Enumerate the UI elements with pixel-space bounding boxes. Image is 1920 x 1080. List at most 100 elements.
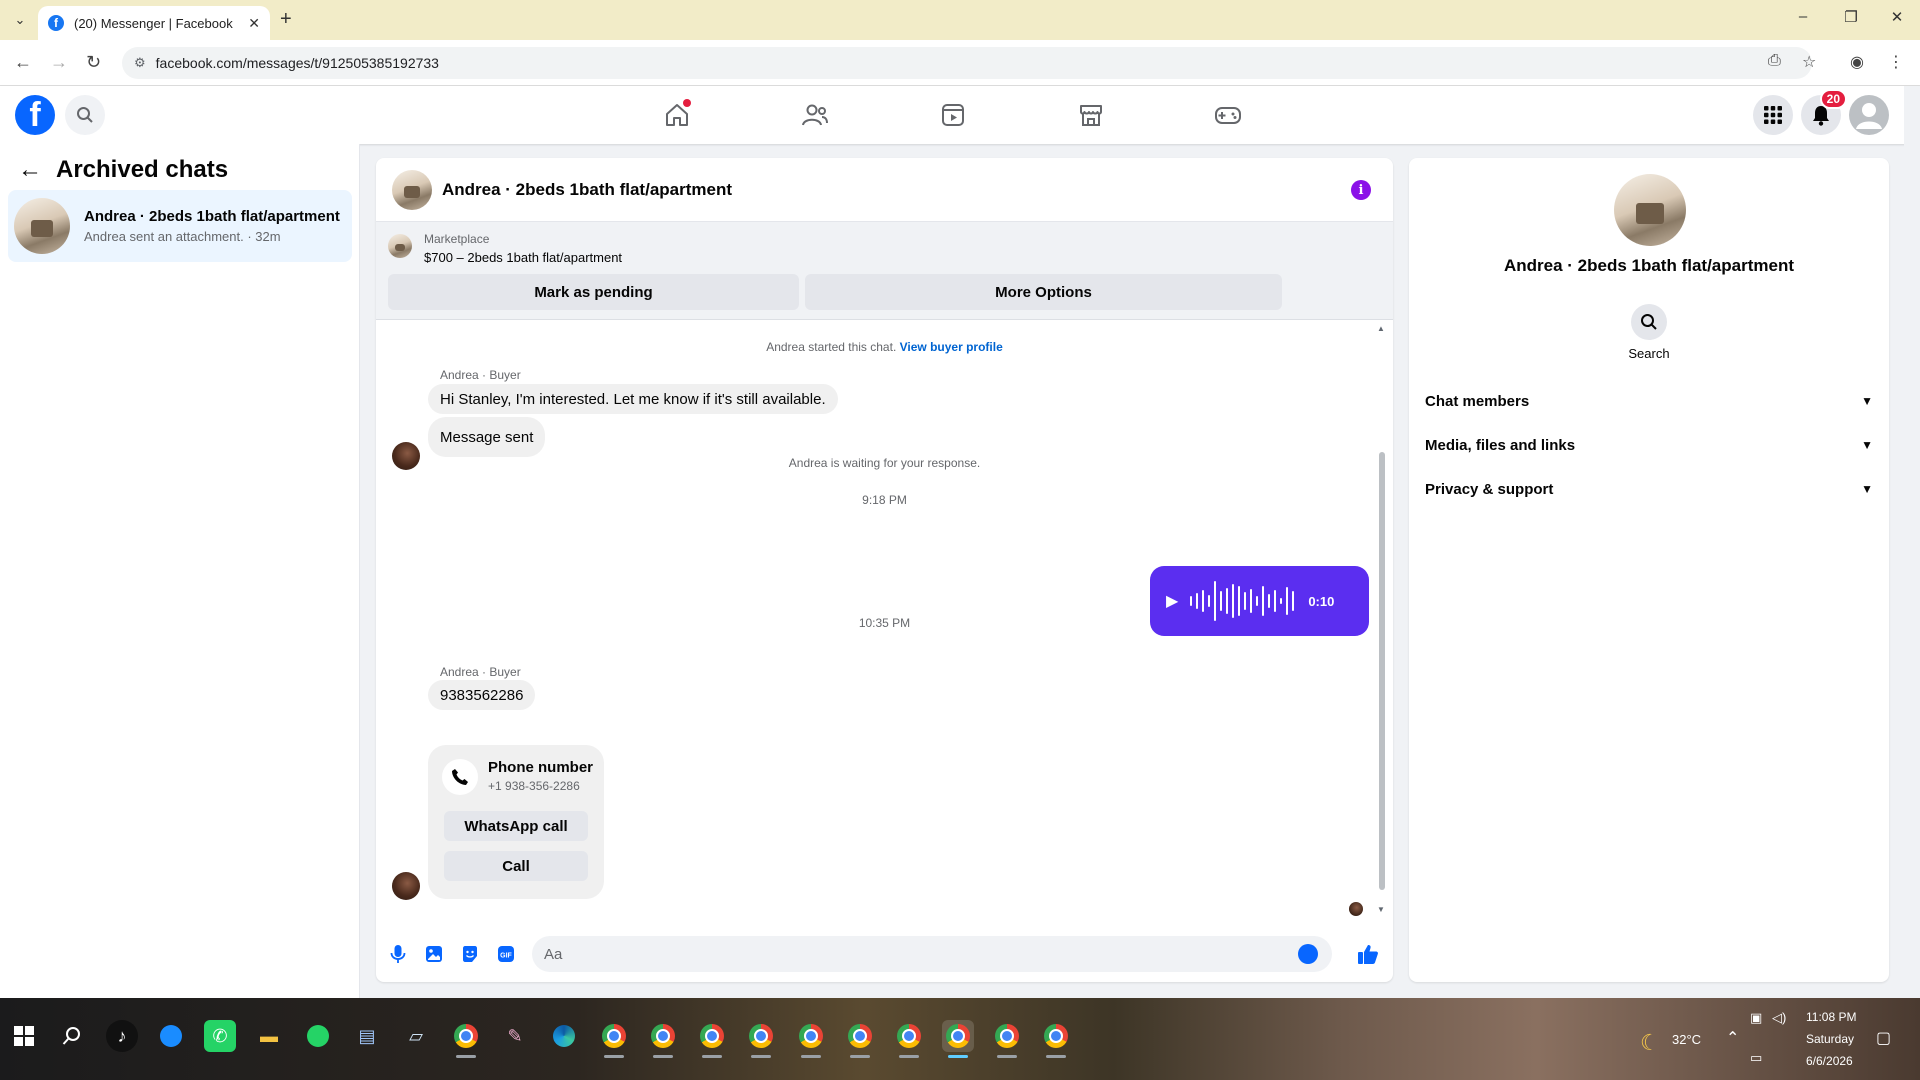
bookmark-star-icon[interactable]: ☆ xyxy=(1802,52,1816,72)
install-app-icon[interactable]: ⎙ xyxy=(1768,52,1781,70)
new-tab-button[interactable]: + xyxy=(280,8,292,31)
media-files-links-section[interactable]: Media, files and links ▼ xyxy=(1425,425,1873,465)
file-explorer-icon[interactable]: ▬ xyxy=(253,1020,285,1052)
account-avatar[interactable] xyxy=(1849,95,1889,135)
edge-icon[interactable] xyxy=(548,1020,580,1052)
forward-arrow-icon[interactable]: → xyxy=(50,52,68,73)
home-nav-icon[interactable] xyxy=(662,99,692,130)
profile-icon[interactable]: ◉ xyxy=(1850,52,1864,72)
scrollbar-thumb[interactable] xyxy=(1379,452,1385,890)
url-field[interactable]: ⚙ facebook.com/messages/t/91250538519273… xyxy=(122,47,1812,79)
info-avatar[interactable] xyxy=(1614,174,1686,246)
clock-date[interactable]: 6/6/2026 xyxy=(1806,1054,1853,1068)
like-thumbs-up-icon[interactable] xyxy=(1356,942,1380,966)
chrome-profile-icon[interactable] xyxy=(696,1020,728,1058)
emoji-icon[interactable] xyxy=(1298,944,1318,964)
chrome-profile-icon[interactable] xyxy=(647,1020,679,1058)
sender-avatar[interactable] xyxy=(392,872,420,900)
timestamp: 10:35 PM xyxy=(858,616,911,630)
minimize-window-icon[interactable]: – xyxy=(1788,8,1818,25)
chrome-icon[interactable] xyxy=(450,1020,482,1058)
chrome-profile-icon-active[interactable] xyxy=(942,1020,974,1058)
chrome-profile-icon[interactable] xyxy=(844,1020,876,1058)
browser-address-bar: ← → ↻ ⚙ facebook.com/messages/t/91250538… xyxy=(0,40,1920,86)
network-icon[interactable]: ▭ xyxy=(1750,1050,1762,1066)
chat-list-item[interactable]: Andrea · 2beds 1bath flat/apartment Andr… xyxy=(8,190,352,262)
chrome-profile-icon[interactable] xyxy=(795,1020,827,1058)
back-arrow-icon[interactable]: ← xyxy=(18,156,42,184)
chat-started-text: Andrea started this chat. xyxy=(766,340,897,354)
volume-icon[interactable]: ◁) xyxy=(1772,1010,1786,1026)
sticker-icon[interactable] xyxy=(458,942,482,966)
app-window-icon[interactable]: ▤ xyxy=(351,1020,383,1052)
conversation-avatar[interactable] xyxy=(392,169,432,210)
info-icon[interactable]: i xyxy=(1351,180,1371,200)
mark-as-pending-button[interactable]: Mark as pending xyxy=(388,274,799,310)
restore-window-icon[interactable]: ❐ xyxy=(1836,8,1866,26)
message-scrollbar[interactable]: ▲ ▼ xyxy=(1377,324,1387,914)
notes-app-icon[interactable]: ▱ xyxy=(400,1020,432,1052)
chrome-profile-icon[interactable] xyxy=(745,1020,777,1058)
message-list: Andrea started this chat. View buyer pro… xyxy=(376,320,1393,918)
browser-menu-icon[interactable]: ⋮ xyxy=(1888,52,1904,72)
listing-title[interactable]: $700 – 2beds 1bath flat/apartment xyxy=(424,250,622,265)
whatsapp-business-icon[interactable]: ✆ xyxy=(204,1020,236,1052)
facebook-search-button[interactable] xyxy=(65,95,105,135)
taskbar-search-icon[interactable] xyxy=(56,1020,88,1052)
show-hidden-icons-icon[interactable]: ⌃ xyxy=(1726,1028,1739,1048)
section-label: Chat members xyxy=(1425,392,1530,410)
site-info-icon[interactable]: ⚙ xyxy=(134,55,146,71)
whatsapp-icon[interactable] xyxy=(302,1020,334,1052)
more-options-button[interactable]: More Options xyxy=(805,274,1282,310)
paint-app-icon[interactable]: ✎ xyxy=(499,1020,531,1052)
privacy-support-section[interactable]: Privacy & support ▼ xyxy=(1425,469,1873,509)
phone-card-number: +1 938-356-2286 xyxy=(488,779,580,793)
message-input[interactable]: Aa xyxy=(532,936,1332,972)
gif-icon[interactable]: GIF xyxy=(494,942,518,966)
windows-taskbar: ♪ ✆ ▬ ▤ ▱ ✎ ☾ 32°C ⌃ ▣ ◁) ▭ 11:08 PM Sat… xyxy=(0,998,1920,1080)
chat-started-notice: Andrea started this chat. View buyer pro… xyxy=(376,340,1393,354)
message-bubble[interactable]: 9383562286 xyxy=(428,680,536,710)
photo-icon[interactable] xyxy=(422,942,446,966)
gaming-nav-icon[interactable] xyxy=(1213,100,1243,130)
conversation-title[interactable]: Andrea · 2beds 1bath flat/apartment xyxy=(442,180,732,200)
reload-icon[interactable]: ↻ xyxy=(86,52,101,73)
meet-now-icon[interactable]: ▣ xyxy=(1750,1010,1762,1026)
browser-tab[interactable]: f (20) Messenger | Facebook ✕ xyxy=(38,6,270,40)
notifications-button[interactable]: 20 xyxy=(1801,89,1847,135)
chat-members-section[interactable]: Chat members ▼ xyxy=(1425,381,1873,421)
microphone-icon[interactable] xyxy=(386,942,410,966)
action-center-icon[interactable]: ▢ xyxy=(1876,1028,1891,1048)
chrome-profile-icon[interactable] xyxy=(893,1020,925,1058)
whatsapp-call-button[interactable]: WhatsApp call xyxy=(444,811,588,841)
message-bubble[interactable]: Hi Stanley, I'm interested. Let me know … xyxy=(428,384,838,414)
search-in-conversation-button[interactable] xyxy=(1631,304,1667,340)
call-button[interactable]: Call xyxy=(444,851,588,881)
scroll-up-icon[interactable]: ▲ xyxy=(1377,324,1385,333)
clock-time[interactable]: 11:08 PM xyxy=(1806,1010,1856,1024)
play-icon[interactable]: ▶ xyxy=(1166,591,1178,611)
friends-nav-icon[interactable] xyxy=(800,100,830,130)
clock-day[interactable]: Saturday xyxy=(1806,1032,1854,1046)
video-nav-icon[interactable] xyxy=(938,100,968,130)
scroll-down-icon[interactable]: ▼ xyxy=(1377,905,1385,914)
chrome-profile-icon[interactable] xyxy=(991,1020,1023,1058)
browser-app-icon[interactable] xyxy=(155,1020,187,1052)
notification-count-badge: 20 xyxy=(1819,89,1847,109)
weather-temperature[interactable]: 32°C xyxy=(1672,1032,1701,1047)
chrome-profile-icon[interactable] xyxy=(598,1020,630,1058)
menu-button[interactable] xyxy=(1753,95,1793,135)
windows-start-icon[interactable] xyxy=(8,1020,40,1052)
tab-search-menu-icon[interactable]: ⌄ xyxy=(8,8,32,32)
facebook-logo-icon[interactable]: f xyxy=(15,95,55,135)
close-tab-icon[interactable]: ✕ xyxy=(248,15,260,32)
close-window-icon[interactable]: ✕ xyxy=(1882,8,1912,26)
weather-moon-icon[interactable]: ☾ xyxy=(1640,1030,1660,1056)
tiktok-icon[interactable]: ♪ xyxy=(106,1020,138,1052)
back-arrow-icon[interactable]: ← xyxy=(14,52,32,73)
message-bubble[interactable]: Message sent xyxy=(428,417,546,457)
chrome-profile-icon[interactable] xyxy=(1040,1020,1072,1058)
page-scrollbar[interactable] xyxy=(1904,86,1920,998)
marketplace-nav-icon[interactable] xyxy=(1076,100,1106,130)
view-buyer-profile-link[interactable]: View buyer profile xyxy=(900,340,1003,354)
